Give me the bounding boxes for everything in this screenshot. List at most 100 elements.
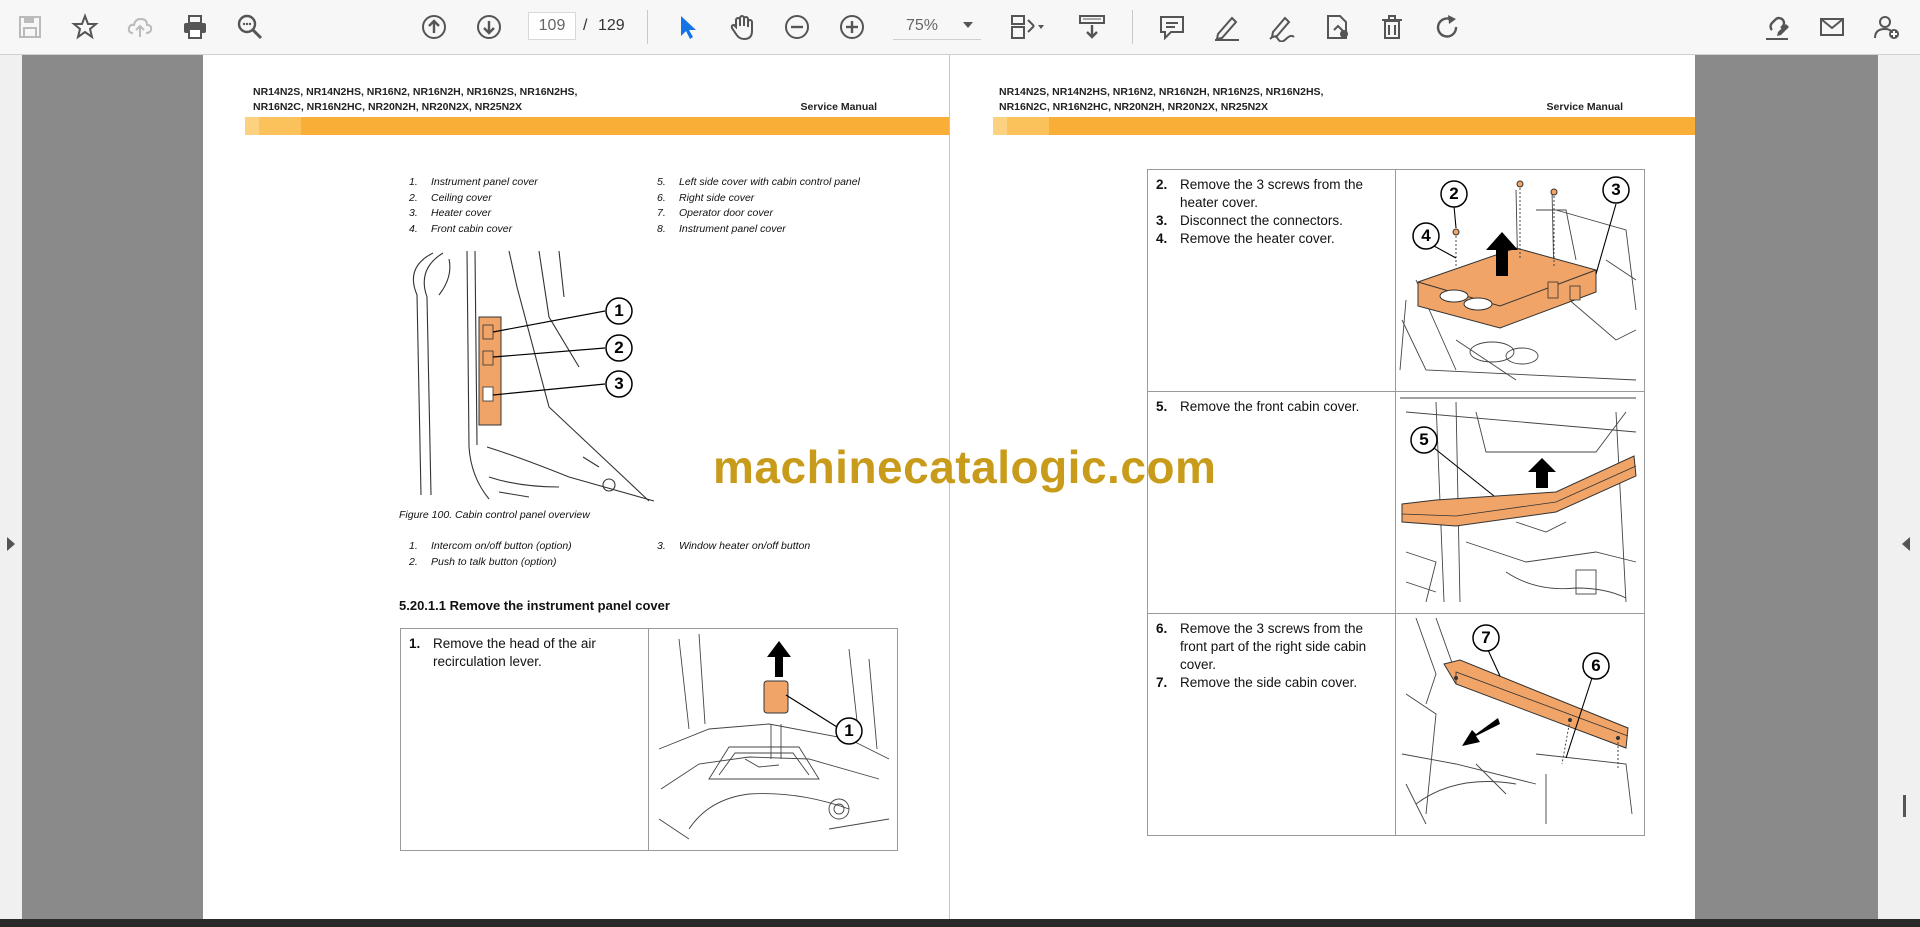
left-panel-toggle[interactable] (0, 55, 22, 927)
header-band (1007, 117, 1049, 135)
parts-legend-right: 5. Left side cover with cabin control pan… (657, 176, 917, 238)
step-image-cell: 1 (648, 628, 898, 851)
step-item: 7. Remove the side cabin cover. (1156, 675, 1358, 690)
add-user-icon[interactable] (1867, 8, 1907, 46)
figure-callout-2: 2 (614, 338, 624, 357)
buttons-legend-left: 1. Intercom on/off button (option) 2. Push… (409, 540, 639, 571)
header-models-line2: NR16N2C, NR16N2HC, NR20N2H, NR20N2X, NR2… (999, 101, 1269, 113)
total-pages: 129 (598, 17, 625, 34)
pen-icon[interactable] (1207, 8, 1247, 46)
table-row: 6. Remove the 3 screws from the front par… (1147, 613, 1645, 836)
toolbar-divider (647, 10, 648, 44)
zoom-value: 75% (906, 17, 939, 34)
header-models-line1: NR14N2S, NR14N2HS, NR16N2, NR16N2H, NR16… (253, 86, 578, 98)
heater-cover-illustration (1399, 176, 1637, 381)
legend-item: 1. Instrument panel cover (409, 176, 538, 188)
header-band (993, 117, 1007, 135)
rotate-icon[interactable] (1427, 8, 1467, 46)
page-separator: / (583, 17, 588, 34)
edit-pdf-icon[interactable] (1757, 8, 1797, 46)
step-image-cell: 5 (1395, 391, 1645, 614)
figure-caption: Figure 100. Cabin control panel overview (399, 509, 590, 521)
step-text-cell: 6. Remove the 3 screws from the front par… (1147, 613, 1396, 836)
table-row: 1. Remove the head of the air recirculati… (400, 628, 898, 851)
header-models-line1: NR14N2S, NR14N2HS, NR16N2, NR16N2H, NR16… (999, 86, 1324, 98)
step-callout-6: 6 (1591, 656, 1601, 675)
buttons-legend-right: 3. Window heater on/off button (657, 540, 887, 556)
legend-item: 8. Instrument panel cover (657, 222, 786, 235)
right-panel-toggle[interactable] (1878, 55, 1920, 927)
attach-icon[interactable] (1317, 8, 1357, 46)
table-row: 2. Remove the 3 screws from the heater co… (1147, 169, 1645, 392)
side-cabin-cover-illustration (1401, 617, 1633, 825)
step-text-cell: 1. Remove the head of the air recirculati… (400, 628, 649, 851)
page-layout-icon[interactable] (1000, 8, 1052, 46)
legend-item: 5. Left side cover with cabin control pan… (657, 176, 860, 188)
hand-pan-icon[interactable] (722, 8, 762, 46)
legend-item: 6. Right side cover (657, 191, 755, 204)
legend-item: 1. Intercom on/off button (option) (409, 540, 572, 552)
step-text-cell: 5. Remove the front cabin cover. (1147, 391, 1396, 614)
step-callout-1: 1 (844, 721, 854, 740)
scroll-mode-icon[interactable] (1072, 8, 1112, 46)
legend-item: 3. Window heater on/off button (657, 540, 811, 552)
parts-legend-left: 1. Instrument panel cover 2. Ceiling cover… (409, 176, 639, 238)
page-number-input[interactable] (528, 12, 576, 40)
section-title: 5.20.1.1 Remove the instrument panel cov… (399, 598, 670, 613)
star-icon[interactable] (65, 8, 105, 46)
legend-item: 4. Front cabin cover (409, 222, 513, 235)
step-callout-3: 3 (1611, 180, 1621, 199)
cloud-upload-icon[interactable] (120, 8, 160, 46)
step-callout-7: 7 (1481, 628, 1491, 647)
legend-item: 2. Ceiling cover (409, 191, 492, 204)
step-item: 6. Remove the 3 screws from the front par… (1156, 621, 1367, 672)
print-icon[interactable] (175, 8, 215, 46)
steps-table: 1. Remove the head of the air recirculati… (400, 628, 898, 851)
step-item: 3. Disconnect the connectors. (1156, 213, 1343, 228)
watermark-text: machinecatalogic.com (713, 441, 1217, 493)
zoom-in-icon[interactable] (832, 8, 872, 46)
header-band (259, 117, 301, 135)
sign-icon[interactable] (1262, 8, 1302, 46)
step-item: 4. Remove the heater cover. (1156, 231, 1335, 246)
step-image-cell: 7 6 (1395, 613, 1645, 836)
save-icon[interactable] (10, 8, 50, 46)
scrollbar-thumb[interactable] (1903, 795, 1906, 817)
chevron-left-icon (1902, 537, 1910, 551)
header-manual-label: Service Manual (800, 101, 877, 113)
table-row: 5. Remove the front cabin cover. 5 (1147, 391, 1645, 614)
step-callout-4: 4 (1421, 226, 1431, 245)
header-band (1049, 117, 1695, 135)
bottom-bar (0, 919, 1920, 927)
header-models: NR14N2S, NR14N2HS, NR16N2, NR16N2H, NR16… (253, 85, 577, 115)
steps-table: 2. Remove the 3 screws from the heater co… (1147, 169, 1645, 836)
header-models: NR14N2S, NR14N2HS, NR16N2, NR16N2H, NR16… (999, 85, 1323, 115)
step-image-cell: 2 3 4 (1395, 169, 1645, 392)
step-item: 2. Remove the 3 screws from the heater co… (1156, 177, 1364, 210)
air-lever-illustration (658, 633, 890, 840)
page-up-icon[interactable] (414, 8, 454, 46)
delete-icon[interactable] (1372, 8, 1412, 46)
zoom-search-icon[interactable] (230, 8, 270, 46)
front-cabin-cover-illustration (1400, 397, 1637, 603)
chevron-down-icon (963, 22, 973, 28)
zoom-dropdown[interactable]: 75% (893, 12, 981, 40)
header-models-line2: NR16N2C, NR16N2HC, NR20N2H, NR20N2X, NR2… (253, 101, 523, 113)
toolbar-divider (1132, 10, 1133, 44)
figure-callout-3: 3 (614, 374, 624, 393)
chevron-right-icon (7, 537, 15, 551)
header-manual-label: Service Manual (1546, 101, 1623, 113)
step-text-cell: 2. Remove the 3 screws from the heater co… (1147, 169, 1396, 392)
comment-icon[interactable] (1152, 8, 1192, 46)
step-callout-5: 5 (1419, 430, 1429, 449)
email-icon[interactable] (1812, 8, 1852, 46)
page-down-icon[interactable] (469, 8, 509, 46)
legend-item: 3. Heater cover (409, 207, 492, 219)
step-item: 5. Remove the front cabin cover. (1156, 399, 1360, 414)
select-cursor-icon[interactable] (667, 8, 707, 46)
header-band (245, 117, 259, 135)
legend-item: 2. Push to talk button (option) (409, 555, 557, 568)
cabin-control-panel-figure: 1 2 3 (399, 247, 679, 503)
zoom-out-icon[interactable] (777, 8, 817, 46)
figure-callout-1: 1 (614, 301, 624, 320)
